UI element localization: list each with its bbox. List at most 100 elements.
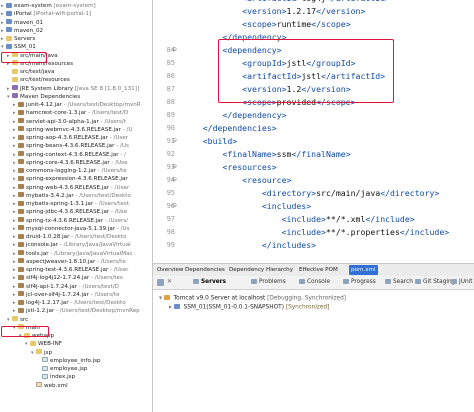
code-line[interactable]: <resource> xyxy=(183,175,291,185)
code-line[interactable]: <directory>src/main/java</directory> xyxy=(183,188,439,198)
server-module-row[interactable]: ▸ SSM_01(SSM_01-0.0.1-SNAPSHOT) [Synchro… xyxy=(169,304,329,311)
tree-item-j12[interactable]: ▸ mybatis-3.4.2.jar - /Users/test/Deskto xyxy=(13,192,131,201)
tree-item-j14[interactable]: ▸ spring-jdbc-4.3.6.RELEASE.jar - /Use xyxy=(13,208,127,217)
tree-item-j18[interactable]: ▸ jconsole.jar - /Library/Java/JavaVirtua… xyxy=(13,241,131,250)
tree-item-label: Servers xyxy=(14,36,36,42)
tree-item-j8[interactable]: ▸ spring-core-4.3.6.RELEASE.jar - /Use xyxy=(13,159,128,168)
tree-item-f2[interactable]: employee.jsp xyxy=(37,365,87,374)
code-line[interactable]: </dependencies> xyxy=(183,123,277,133)
tree-item-f1[interactable]: employee_info.jsp xyxy=(37,357,101,366)
tree-item-path: - /Users/test/Desktop/mvnRep xyxy=(54,308,140,315)
tree-item-j25[interactable]: ▸ log4j-1.2.17.jar - /Users/test/Deskto xyxy=(13,299,126,308)
tree-item-servers[interactable]: ▸ Servers xyxy=(1,35,35,44)
xml-tag: </scope> xyxy=(311,19,351,29)
module-label: SSM_01(SSM_01-0.0.1-SNAPSHOT) xyxy=(183,304,284,311)
tab-effective-pom[interactable]: Effective POM xyxy=(297,265,340,275)
close-icon[interactable]: ✕ xyxy=(167,278,172,285)
lib-icon xyxy=(12,85,18,90)
tab-dependency-hierarchy[interactable]: Dependency Hierarchy xyxy=(227,265,295,275)
code-line[interactable]: <resources> xyxy=(183,162,276,172)
bottom-tab-0[interactable]: Servers xyxy=(193,278,226,287)
proj-icon xyxy=(6,2,12,8)
tree-item-path: - /User xyxy=(108,267,129,273)
tree-item-j15[interactable]: ▸ spring-tx-4.3.6.RELEASE.jar - /Users/ xyxy=(13,217,128,226)
tree-item-jsp[interactable]: ▾ jsp xyxy=(31,349,52,358)
tree-item-j10[interactable]: ▸ spring-expression-4.3.6.RELEASE.jar xyxy=(13,175,128,184)
code-line[interactable]: <includes> xyxy=(183,201,311,211)
fold-toggle-icon[interactable]: ⊖ xyxy=(172,202,177,209)
bottom-tab-1[interactable]: Problems xyxy=(251,278,286,287)
tree-item-j16[interactable]: ▸ mysql-connector-java-5.1.39.jar - /Us xyxy=(13,225,130,234)
tree-item-j4[interactable]: ▸ spring-webmvc-4.3.6.RELEASE.jar - /U xyxy=(13,126,132,135)
tree-item-j9[interactable]: ▸ commons-logging-1.2.jar - /Users/te xyxy=(13,167,127,176)
folder-icon xyxy=(36,349,42,354)
tree-item-j21[interactable]: ▸ spring-test-4.3.6.RELEASE.jar - /User xyxy=(13,266,128,275)
tree-item-iportal[interactable]: ▸ iPortal [iPortal-wifi-portal-1] xyxy=(1,10,91,19)
code-line[interactable]: </includes> xyxy=(183,240,316,250)
tree-item-f4[interactable]: web.xml xyxy=(31,382,68,391)
code-line[interactable]: <version>1.2.17</version> xyxy=(183,6,365,16)
jar-icon xyxy=(18,134,24,140)
tree-item-maven02[interactable]: ▸ maven_02 xyxy=(1,27,43,36)
tree-item-maven01[interactable]: ▸ maven_01 xyxy=(1,19,43,28)
tree-item-j3[interactable]: ▸ servlet-api-3.0-alpha-1.jar - /Users/t xyxy=(13,118,126,127)
jar-icon xyxy=(18,101,24,107)
tree-item-label: spring-beans-4.3.6.RELEASE.jar xyxy=(26,143,115,150)
bottom-tab-6[interactable]: JUnit xyxy=(451,278,473,287)
jar-icon xyxy=(18,118,24,123)
tree-item-j19[interactable]: ▸ tools.jar - /Library/Java/JavaVirtualMa… xyxy=(13,250,133,259)
bottom-tab-3[interactable]: Progress xyxy=(343,278,376,287)
tree-item-j22[interactable]: ▸ slf4j-log4j12-1.7.24.jar - /Users/tes xyxy=(13,274,123,283)
tree-item-srctestjava[interactable]: src/test/java xyxy=(7,68,54,77)
line-number-gutter: 84 ⊖ 85 86 87 88 89 90 91 ⊖ 92 93 ⊖ 94 ⊖ 95 96 ⊖ 97 98 99 xyxy=(153,0,181,263)
bottom-tab-4[interactable]: Search xyxy=(385,278,413,287)
tree-item-ssm01[interactable]: ▾ SSM_01 xyxy=(1,43,36,52)
tree-item-j26[interactable]: ▸ jstl-1.2.jar - /Users/test/Desktop/mvnR… xyxy=(13,307,140,316)
line-number: 90 xyxy=(166,124,175,132)
tree-item-j7[interactable]: ▸ spring-context-4.3.6.RELEASE.jar - / xyxy=(13,151,126,160)
tree-item-exam[interactable]: ▸ exam-system [exam-system] xyxy=(1,2,96,11)
code-line[interactable]: </dependency> xyxy=(183,110,286,120)
tree-item-j11[interactable]: ▸ spring-web-4.3.6.RELEASE.jar - /User xyxy=(13,184,129,193)
tree-item-j23[interactable]: ▸ slf4j-api-1.7.24.jar - /Users/test/D xyxy=(13,283,119,292)
fold-toggle-icon[interactable]: ⊖ xyxy=(172,46,177,53)
tree-item-webinf[interactable]: ▾ WEB-INF xyxy=(25,340,62,349)
bottom-tab-2[interactable]: Console xyxy=(299,278,330,287)
server-row[interactable]: ▾ Tomcat v9.0 Server at localhost [Debug… xyxy=(159,295,346,302)
tab-pom-xml[interactable]: pom.xml xyxy=(349,265,378,275)
tree-item-j6[interactable]: ▸ spring-beans-4.3.6.RELEASE.jar - /Us xyxy=(13,142,129,151)
tree-item-j20[interactable]: ▸ aspectjweaver-1.8.10.jar - /Users/te xyxy=(13,258,126,267)
tree-item-src[interactable]: ▾ src xyxy=(7,316,28,325)
jar-icon xyxy=(18,109,24,115)
fold-toggle-icon[interactable]: ⊖ xyxy=(172,163,177,170)
tree-item-j17[interactable]: ▸ druid-1.0.28.jar - /Users/test/Deskto xyxy=(13,233,127,242)
xml-text: ssm xyxy=(276,149,292,159)
tab-overview[interactable]: Overview xyxy=(155,265,185,275)
tree-item-srctestres[interactable]: src/test/resources xyxy=(7,76,70,85)
tree-item-j13[interactable]: ▸ mybatis-spring-1.3.1.jar - /Users/test xyxy=(13,200,129,209)
fold-toggle-icon[interactable]: ⊖ xyxy=(172,137,177,144)
bottom-tab-5[interactable]: Git Staging xyxy=(415,278,455,287)
tree-item-path: - /Users/test/D xyxy=(76,283,119,290)
tree-item-f3[interactable]: index.jsp xyxy=(37,373,75,382)
code-line[interactable]: <scope>runtime</scope> xyxy=(183,19,351,29)
tree-item-j1[interactable]: ▸ junit-4.12.jar - /Users/test/Desktop/mv… xyxy=(13,101,141,110)
tab-dependencies[interactable]: Dependencies xyxy=(183,265,227,275)
pom-editor-tabs: Overview Dependencies Dependency Hierarchy… xyxy=(153,263,474,277)
jar-icon xyxy=(18,283,24,288)
tree-item-mavendeps[interactable]: ▾ Maven Dependencies xyxy=(7,93,80,102)
tree-item-jre[interactable]: ▸ JRE System Library [Java SE 8 [1.8.0_13… xyxy=(7,85,139,94)
code-line[interactable]: <finalName>ssm</finalName> xyxy=(183,149,350,159)
tree-item-j2[interactable]: ▸ hamcrest-core-1.3.jar - /Users/test/D xyxy=(13,109,128,118)
code-line[interactable]: <include>**/*.xml</include> xyxy=(183,214,415,224)
view-tab-icon xyxy=(385,278,391,284)
code-line[interactable]: <build> xyxy=(183,136,238,146)
tree-item-j24[interactable]: ▸ jcl-over-slf4j-1.7.24.jar - /Users/te xyxy=(13,291,120,300)
fold-toggle-icon[interactable]: ⊖ xyxy=(172,176,177,183)
code-line[interactable]: <include>**/*.properties</include> xyxy=(183,227,450,237)
tree-item-j5[interactable]: ▸ spring-aop-4.3.6.RELEASE.jar - /User xyxy=(13,134,128,143)
code-line[interactable]: <artifactId>log4j</artifactId> xyxy=(183,0,390,3)
